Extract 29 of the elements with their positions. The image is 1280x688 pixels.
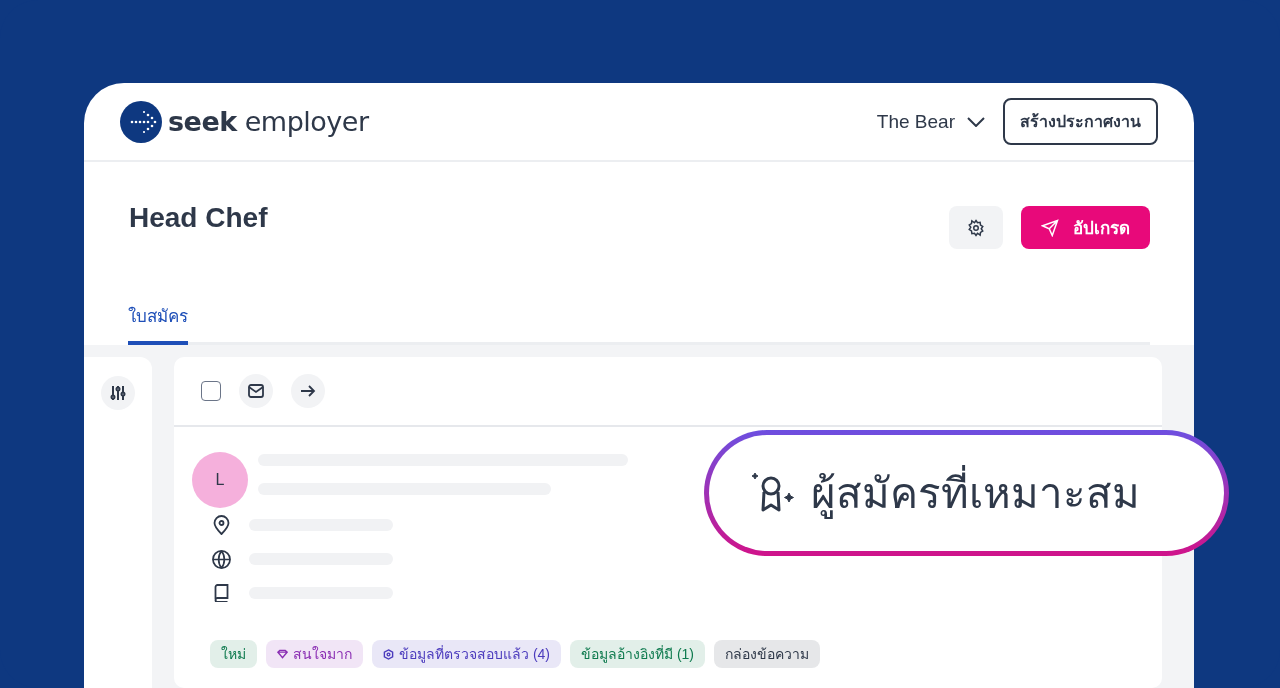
badge-label: ผู้สมัครที่เหมาะสม (811, 460, 1140, 526)
send-icon (1041, 218, 1059, 237)
mail-icon (248, 384, 264, 398)
tag: ใหม่ (210, 640, 257, 668)
filter-button[interactable] (101, 376, 135, 410)
shield-icon (383, 648, 394, 660)
location-pin-icon (212, 515, 231, 535)
email-button[interactable] (239, 374, 273, 408)
avatar: L (192, 452, 248, 508)
logo-text[interactable]: seek employer (168, 106, 369, 137)
book-icon (212, 584, 231, 602)
sliders-icon (109, 384, 127, 402)
post-job-button[interactable]: สร้างประกาศงาน (1003, 98, 1158, 145)
tag: ข้อมูลอ้างอิงที่มี (1) (570, 640, 705, 668)
globe-icon (212, 549, 231, 569)
tag: สนใจมาก (266, 640, 363, 668)
gem-icon (277, 649, 288, 659)
tag: ข้อมูลที่ตรวจสอบแล้ว (4) (372, 640, 561, 668)
logo-icon (120, 100, 162, 143)
checkbox[interactable] (201, 381, 221, 401)
settings-button[interactable] (949, 206, 1003, 249)
tag: กล่องข้อความ (714, 640, 820, 668)
upgrade-button[interactable]: อัปเกรด (1021, 206, 1150, 249)
account-menu[interactable]: The Bear (876, 110, 955, 133)
job-title: Head Chef (129, 202, 268, 234)
arrow-right-button[interactable] (291, 374, 325, 408)
settings-icon (967, 218, 985, 237)
arrow-right-icon (300, 384, 316, 398)
chevron-down-icon[interactable] (967, 116, 985, 127)
